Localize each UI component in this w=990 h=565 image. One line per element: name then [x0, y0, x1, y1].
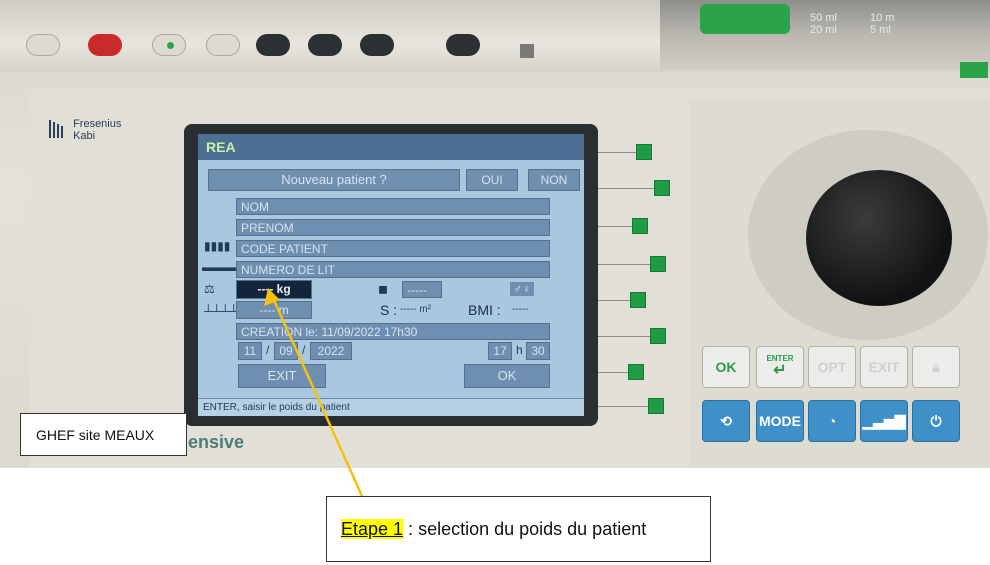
- date-month[interactable]: 09: [274, 342, 298, 360]
- step-label: Etape 1: [341, 519, 404, 539]
- scale-10ml: 10 m: [870, 12, 895, 24]
- scale-20ml: 20 ml: [810, 24, 837, 36]
- mode-key[interactable]: MODE: [756, 400, 804, 442]
- lock-icon: 🔒︎: [932, 359, 940, 375]
- softkey-line-5: [598, 300, 630, 301]
- model-name: ensive: [188, 432, 245, 452]
- stop-button[interactable]: [88, 34, 122, 56]
- no-button[interactable]: NON: [528, 169, 580, 191]
- fresenius-logo-icon: [49, 120, 63, 138]
- scale-50ml: 50 ml: [810, 12, 837, 24]
- eject-button[interactable]: [446, 34, 480, 56]
- device-photo: 50 ml 20 ml 10 m 5 ml Fresenius Kabi ens…: [0, 0, 990, 468]
- scale-icon: ⚖: [204, 282, 215, 296]
- lcd-screen: REA Nouveau patient ? OUI NON NOM PRENOM…: [198, 134, 584, 416]
- step-text: : selection du poids du patient: [403, 519, 647, 539]
- scale-5ml: 5 ml: [870, 24, 891, 36]
- date-day[interactable]: 11: [238, 342, 262, 360]
- time-sep: h: [516, 343, 523, 357]
- bar-chart-icon: ▁▃▅▇: [862, 413, 906, 429]
- pressure-key[interactable]: ◔: [808, 400, 856, 442]
- time-hour[interactable]: 17: [488, 342, 512, 360]
- enter-key[interactable]: ENTER ↵: [756, 346, 804, 388]
- stage: 50 ml 20 ml 10 m 5 ml Fresenius Kabi ens…: [0, 0, 990, 565]
- start-led-icon: [167, 42, 174, 49]
- history-icon: ⟲: [720, 413, 732, 429]
- field-numero-lit[interactable]: NUMERO DE LIT: [236, 261, 550, 278]
- exit-button[interactable]: EXIT: [238, 364, 326, 388]
- gender-icon[interactable]: ♂♀: [510, 282, 534, 296]
- brand-line2: Kabi: [73, 130, 96, 142]
- syringe-holder: 50 ml 20 ml 10 m 5 ml: [660, 0, 990, 78]
- creation-date: CREATION le: 11/09/2022 17h30: [236, 323, 550, 340]
- bed-icon: ▬▬▬: [202, 260, 238, 274]
- date-year[interactable]: 2022: [310, 342, 352, 360]
- exit-key[interactable]: EXIT: [860, 346, 908, 388]
- softkey-1[interactable]: [636, 144, 652, 160]
- plug-icon: ⏻: [930, 413, 942, 429]
- syringe-clamp: [700, 4, 790, 34]
- status-bar: ENTER, saisir le poids du patient: [198, 398, 584, 416]
- top-logo-icon: [520, 44, 534, 58]
- lock-key[interactable]: 🔒︎: [912, 346, 960, 388]
- surface-value: ----- m²: [400, 304, 432, 315]
- barcode-icon: ▮▮▮▮: [204, 239, 231, 253]
- ok-button[interactable]: OK: [464, 364, 550, 388]
- mute-button[interactable]: [26, 34, 60, 56]
- bmi-value: -----: [512, 304, 529, 315]
- syringe-clamp-right: [960, 62, 988, 78]
- down-button[interactable]: [308, 34, 342, 56]
- bolus-button[interactable]: [360, 34, 394, 56]
- extra-field[interactable]: -----: [402, 281, 442, 298]
- softkey-6[interactable]: [650, 328, 666, 344]
- softkey-line-3: [598, 226, 632, 227]
- brand-logo: Fresenius Kabi: [48, 118, 121, 142]
- rotary-knob[interactable]: [806, 170, 952, 306]
- new-patient-prompt: Nouveau patient ?: [208, 169, 460, 191]
- softkey-3[interactable]: [632, 218, 648, 234]
- softkey-line-2: [598, 188, 654, 189]
- weight-field[interactable]: ---- kg: [236, 280, 312, 299]
- softkey-line-8: [598, 406, 648, 407]
- step-caption-box: Etape 1 : selection du poids du patient: [326, 496, 711, 562]
- syringe-icon: ◼: [378, 282, 388, 296]
- softkey-line-6: [598, 336, 650, 337]
- field-nom[interactable]: NOM: [236, 198, 550, 215]
- start-button[interactable]: [152, 34, 186, 56]
- power-key[interactable]: ⏻: [912, 400, 960, 442]
- softkey-5[interactable]: [630, 292, 646, 308]
- softkey-line-4: [598, 264, 650, 265]
- enter-arrow-icon: ↵: [773, 362, 787, 379]
- time-minute[interactable]: 30: [526, 342, 550, 360]
- softkey-2[interactable]: [654, 180, 670, 196]
- bmi-label: BMI :: [468, 302, 501, 318]
- date-sep-1: /: [266, 343, 270, 357]
- rewind-button[interactable]: [206, 34, 240, 56]
- softkey-8[interactable]: [648, 398, 664, 414]
- brand-line1: Fresenius: [73, 118, 122, 130]
- pressure-gauge-icon: ◔: [827, 413, 837, 429]
- screen-header: REA: [198, 134, 584, 160]
- history-key[interactable]: ⟲: [702, 400, 750, 442]
- softkey-line-1: [598, 152, 636, 153]
- surface-label: S :: [380, 302, 398, 318]
- softkey-line-7: [598, 372, 628, 373]
- softkey-4[interactable]: [650, 256, 666, 272]
- field-prenom[interactable]: PRENOM: [236, 219, 550, 236]
- yes-button[interactable]: OUI: [466, 169, 518, 191]
- site-label-box: GHEF site MEAUX: [20, 413, 187, 456]
- softkey-7[interactable]: [628, 364, 644, 380]
- up-button[interactable]: [256, 34, 290, 56]
- date-sep-2: /: [302, 343, 306, 357]
- chart-key[interactable]: ▁▃▅▇: [860, 400, 908, 442]
- ok-key[interactable]: OK: [702, 346, 750, 388]
- height-field[interactable]: ---- m: [236, 301, 312, 319]
- opt-key[interactable]: OPT: [808, 346, 856, 388]
- field-code-patient[interactable]: CODE PATIENT: [236, 240, 550, 257]
- site-label: GHEF site MEAUX: [36, 427, 155, 443]
